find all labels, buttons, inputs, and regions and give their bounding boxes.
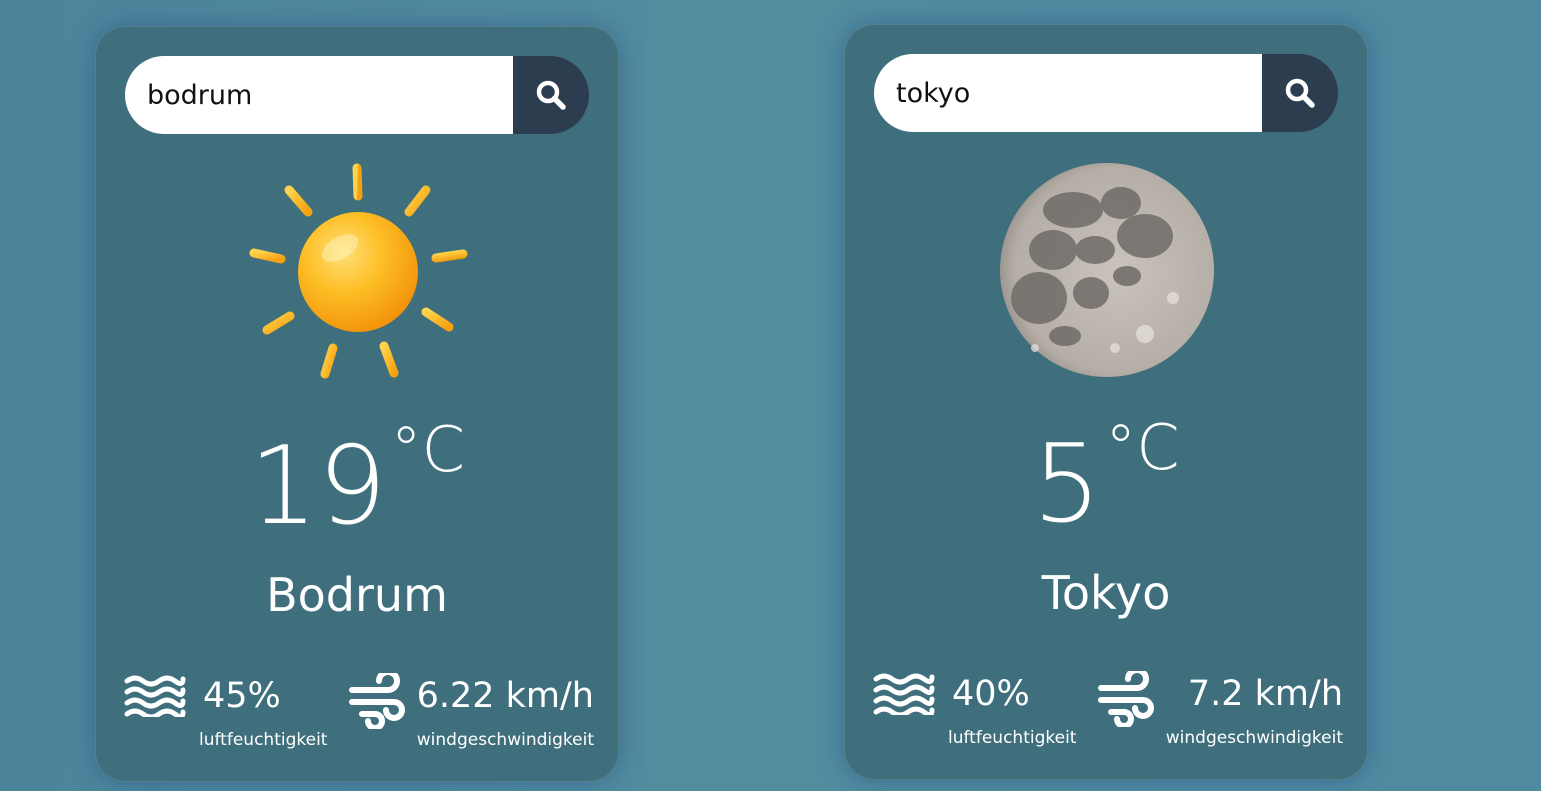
search-input[interactable] [874, 54, 1262, 132]
humidity-label: luftfeuchtigkeit [948, 728, 1077, 748]
city-name: Tokyo [1041, 566, 1171, 620]
humidity-value: 40% [952, 674, 1030, 714]
search-icon [536, 80, 566, 110]
humidity-waves-icon [124, 675, 186, 717]
city-name: Bodrum [266, 568, 448, 622]
sun-icon [249, 163, 468, 379]
wind-label: windgeschwindigkeit [416, 730, 594, 750]
wind-label: windgeschwindigkeit [1165, 728, 1343, 748]
humidity-stat: 45% luftfeuchtigkeit [123, 669, 343, 754]
weather-card-bodrum: 19°C Bodrum 45% luftfeuchtigkeit 6.22 km… [95, 26, 619, 782]
search-icon [1285, 78, 1315, 108]
wind-value: 6.22 km/h [416, 676, 594, 716]
humidity-stat: 40% luftfeuchtigkeit [872, 667, 1092, 752]
wind-stat: 6.22 km/h windgeschwindigkeit [348, 669, 594, 754]
temperature-value: 5 [1032, 422, 1102, 547]
wind-icon [1098, 671, 1154, 727]
temperature-unit: °C [1105, 411, 1180, 484]
temperature: 19°C [96, 419, 618, 541]
humidity-label: luftfeuchtigkeit [199, 730, 328, 750]
search-button[interactable] [1262, 54, 1338, 132]
wind-stat: 7.2 km/h windgeschwindigkeit [1097, 667, 1343, 752]
wind-icon [349, 673, 405, 729]
search-input[interactable] [125, 56, 513, 134]
humidity-value: 45% [203, 676, 281, 716]
temperature-unit: °C [390, 413, 465, 486]
search-bar [125, 56, 589, 134]
search-bar [874, 54, 1338, 132]
temperature-value: 19 [249, 424, 387, 549]
temperature: 5°C [845, 417, 1367, 539]
search-button[interactable] [513, 56, 589, 134]
weather-card-tokyo: 5°C Tokyo 40% luftfeuchtigkeit 7.2 km/h … [844, 24, 1368, 780]
moon-icon [1000, 163, 1214, 377]
wind-value: 7.2 km/h [1187, 674, 1343, 714]
humidity-waves-icon [873, 673, 935, 715]
